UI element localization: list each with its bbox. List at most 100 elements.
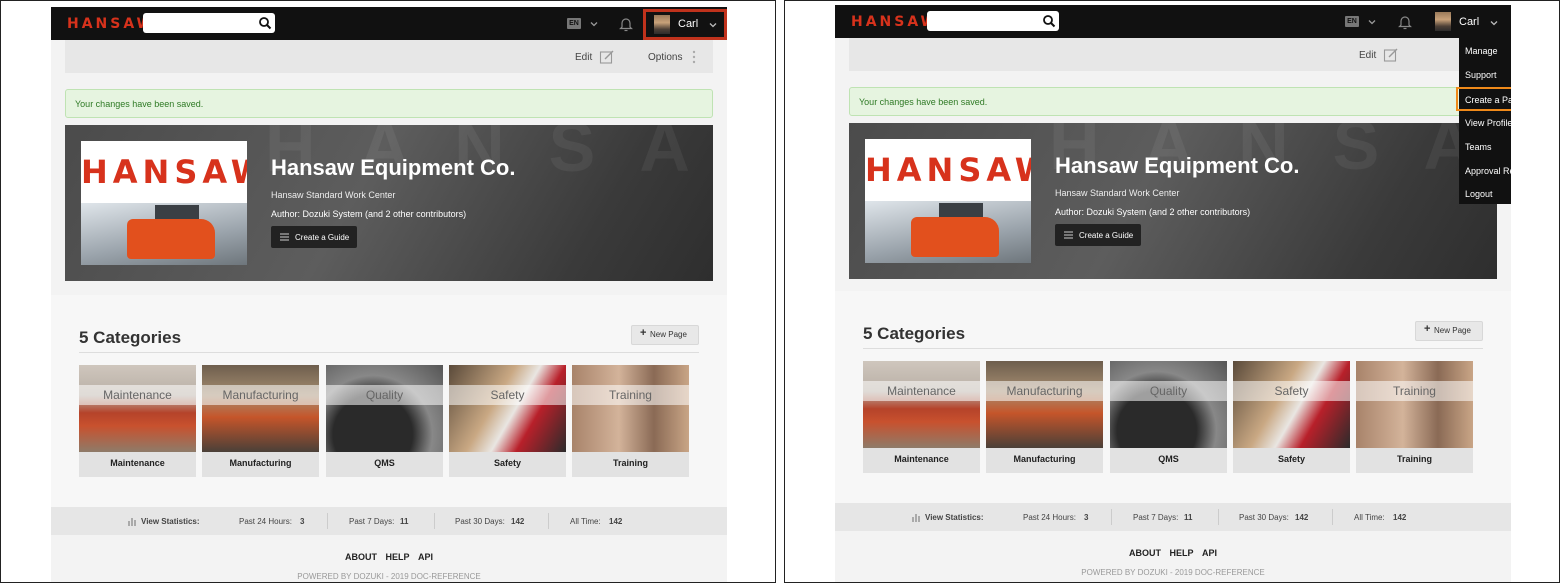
category-tile-manufacturing[interactable]: Manufacturing Manufacturing (986, 361, 1103, 473)
all-time-label: All Time: (1354, 513, 1385, 522)
menu-item-create-page[interactable]: Create a Page (1456, 87, 1511, 111)
category-band: Maintenance (79, 385, 196, 405)
footer-api-link[interactable]: API (418, 552, 433, 562)
past-7d-label: Past 7 Days: (349, 517, 395, 526)
category-label: Training (1396, 454, 1432, 464)
category-image (449, 365, 566, 452)
footer-api-link[interactable]: API (1202, 548, 1217, 558)
user-dropdown-menu: Manage Support Create a Page View Profil… (1456, 38, 1511, 204)
category-band: Training (1356, 381, 1473, 401)
page-subtitle: Hansaw Standard Work Center (1055, 188, 1180, 198)
language-selector[interactable]: EN (567, 18, 581, 29)
chevron-down-icon[interactable] (589, 19, 599, 29)
category-label: Manufacturing (1013, 454, 1076, 464)
category-label: QMS (374, 458, 395, 468)
category-image (572, 365, 689, 452)
menu-item-teams[interactable]: Teams (1459, 138, 1511, 156)
page-title: Hansaw Equipment Co. (1055, 153, 1300, 178)
create-guide-label: Create a Guide (1079, 231, 1134, 240)
site-logo[interactable]: HANSAW (67, 16, 155, 32)
edit-button[interactable]: Edit (575, 52, 592, 63)
chevron-down-icon[interactable] (1367, 17, 1377, 27)
hero-image: HANSAW (81, 141, 247, 265)
menu-item-manage[interactable]: Manage (1459, 42, 1511, 60)
footer-help-link[interactable]: HELP (1169, 548, 1193, 558)
user-name: Carl (678, 18, 699, 30)
user-menu-button[interactable]: Carl (1427, 9, 1511, 35)
past-30d-label: Past 30 Days: (455, 517, 505, 526)
categories-section: 5 Categories + New Page Maintenance Maint… (835, 291, 1511, 503)
categories-title: 5 Categories (79, 328, 182, 347)
menu-item-view-profile[interactable]: View Profile (1459, 114, 1511, 132)
categories-section: 5 Categories + New Page Maintenance Maint… (51, 295, 727, 507)
category-image (202, 365, 319, 452)
past-24h-label: Past 24 Hours: (239, 517, 292, 526)
create-guide-button[interactable]: Create a Guide (1055, 224, 1141, 246)
search-icon[interactable] (1041, 13, 1057, 29)
more-vertical-icon[interactable] (691, 49, 697, 65)
category-tile-safety[interactable]: Safety Safety (1233, 361, 1350, 473)
category-tile-training[interactable]: Training Training (1356, 361, 1473, 473)
screenshot-panel-right: HANSAW EN Carl Edit Your changes have be… (784, 0, 1560, 583)
language-selector[interactable]: EN (1345, 16, 1359, 27)
category-tile-safety[interactable]: Safety Safety (449, 365, 566, 477)
search-input[interactable] (143, 13, 275, 33)
screenshot-panel-left: HANSAW EN Carl Edit Options Your changes… (0, 0, 776, 583)
view-statistics-link[interactable]: View Statistics: (925, 513, 984, 522)
category-tile-qms[interactable]: Quality QMS (1110, 361, 1227, 473)
user-menu-button[interactable]: Carl (643, 9, 727, 40)
category-image (79, 365, 196, 452)
plus-icon: + (640, 327, 647, 339)
edit-button[interactable]: Edit (1359, 50, 1376, 61)
category-image (1356, 361, 1473, 448)
search-icon[interactable] (257, 15, 273, 31)
site-logo[interactable]: HANSAW (851, 14, 939, 30)
search-input[interactable] (927, 11, 1059, 31)
create-guide-label: Create a Guide (295, 233, 350, 242)
success-notice: Your changes have been saved. (849, 87, 1497, 116)
edit-icon[interactable] (599, 49, 615, 65)
footer-about-link[interactable]: ABOUT (1129, 548, 1161, 558)
app-window: HANSAW EN Carl Edit Your changes have be… (835, 5, 1511, 582)
hero-banner: HANSAW HANSAW Hansaw Equipment Co. Hansa… (65, 125, 713, 281)
menu-item-logout[interactable]: Logout (1459, 185, 1511, 203)
chevron-up-icon (1490, 21, 1498, 26)
app-window: HANSAW EN Carl Edit Options Your changes… (51, 7, 727, 582)
new-page-button[interactable]: + New Page (631, 325, 699, 345)
past-24h-value: 3 (1084, 513, 1089, 522)
hero-image: HANSAW (865, 139, 1031, 263)
edit-icon[interactable] (1383, 47, 1399, 63)
past-7d-value: 11 (1184, 513, 1193, 522)
all-time-value: 142 (1393, 513, 1407, 522)
category-label: Manufacturing (229, 458, 292, 468)
bell-icon[interactable] (1397, 13, 1413, 31)
statistics-bar: View Statistics: Past 24 Hours: 3 Past 7… (835, 503, 1511, 531)
footer-powered-by: POWERED BY DOZUKI - 2019 DOC-REFERENCE (297, 572, 481, 581)
new-page-button[interactable]: + New Page (1415, 321, 1483, 341)
options-button[interactable]: Options (648, 52, 682, 63)
category-tile-maintenance[interactable]: Maintenance Maintenance (863, 361, 980, 473)
footer-help-link[interactable]: HELP (385, 552, 409, 562)
page-author: Author: Dozuki System (and 2 other contr… (271, 209, 467, 219)
statistics-bar: View Statistics: Past 24 Hours: 3 Past 7… (51, 507, 727, 535)
menu-item-support[interactable]: Support (1459, 66, 1511, 84)
category-band: Manufacturing (202, 385, 319, 405)
list-icon (1064, 231, 1073, 239)
category-label: Safety (1277, 454, 1305, 464)
category-image (326, 365, 443, 452)
menu-item-approval-requests[interactable]: Approval Requests (1459, 162, 1511, 180)
top-navbar: HANSAW EN Carl (51, 7, 727, 40)
category-tile-manufacturing[interactable]: Manufacturing Manufacturing (202, 365, 319, 477)
footer-about-link[interactable]: ABOUT (345, 552, 377, 562)
category-band: Maintenance (863, 381, 980, 401)
category-band: Training (572, 385, 689, 405)
create-guide-button[interactable]: Create a Guide (271, 226, 357, 248)
bell-icon[interactable] (618, 15, 634, 33)
category-tile-maintenance[interactable]: Maintenance Maintenance (79, 365, 196, 477)
footer-links: ABOUT HELP API (51, 552, 727, 562)
plus-icon: + (1424, 323, 1431, 335)
category-tile-qms[interactable]: Quality QMS (326, 365, 443, 477)
category-tile-training[interactable]: Training Training (572, 365, 689, 477)
category-label: Maintenance (110, 458, 165, 468)
view-statistics-link[interactable]: View Statistics: (141, 517, 200, 526)
